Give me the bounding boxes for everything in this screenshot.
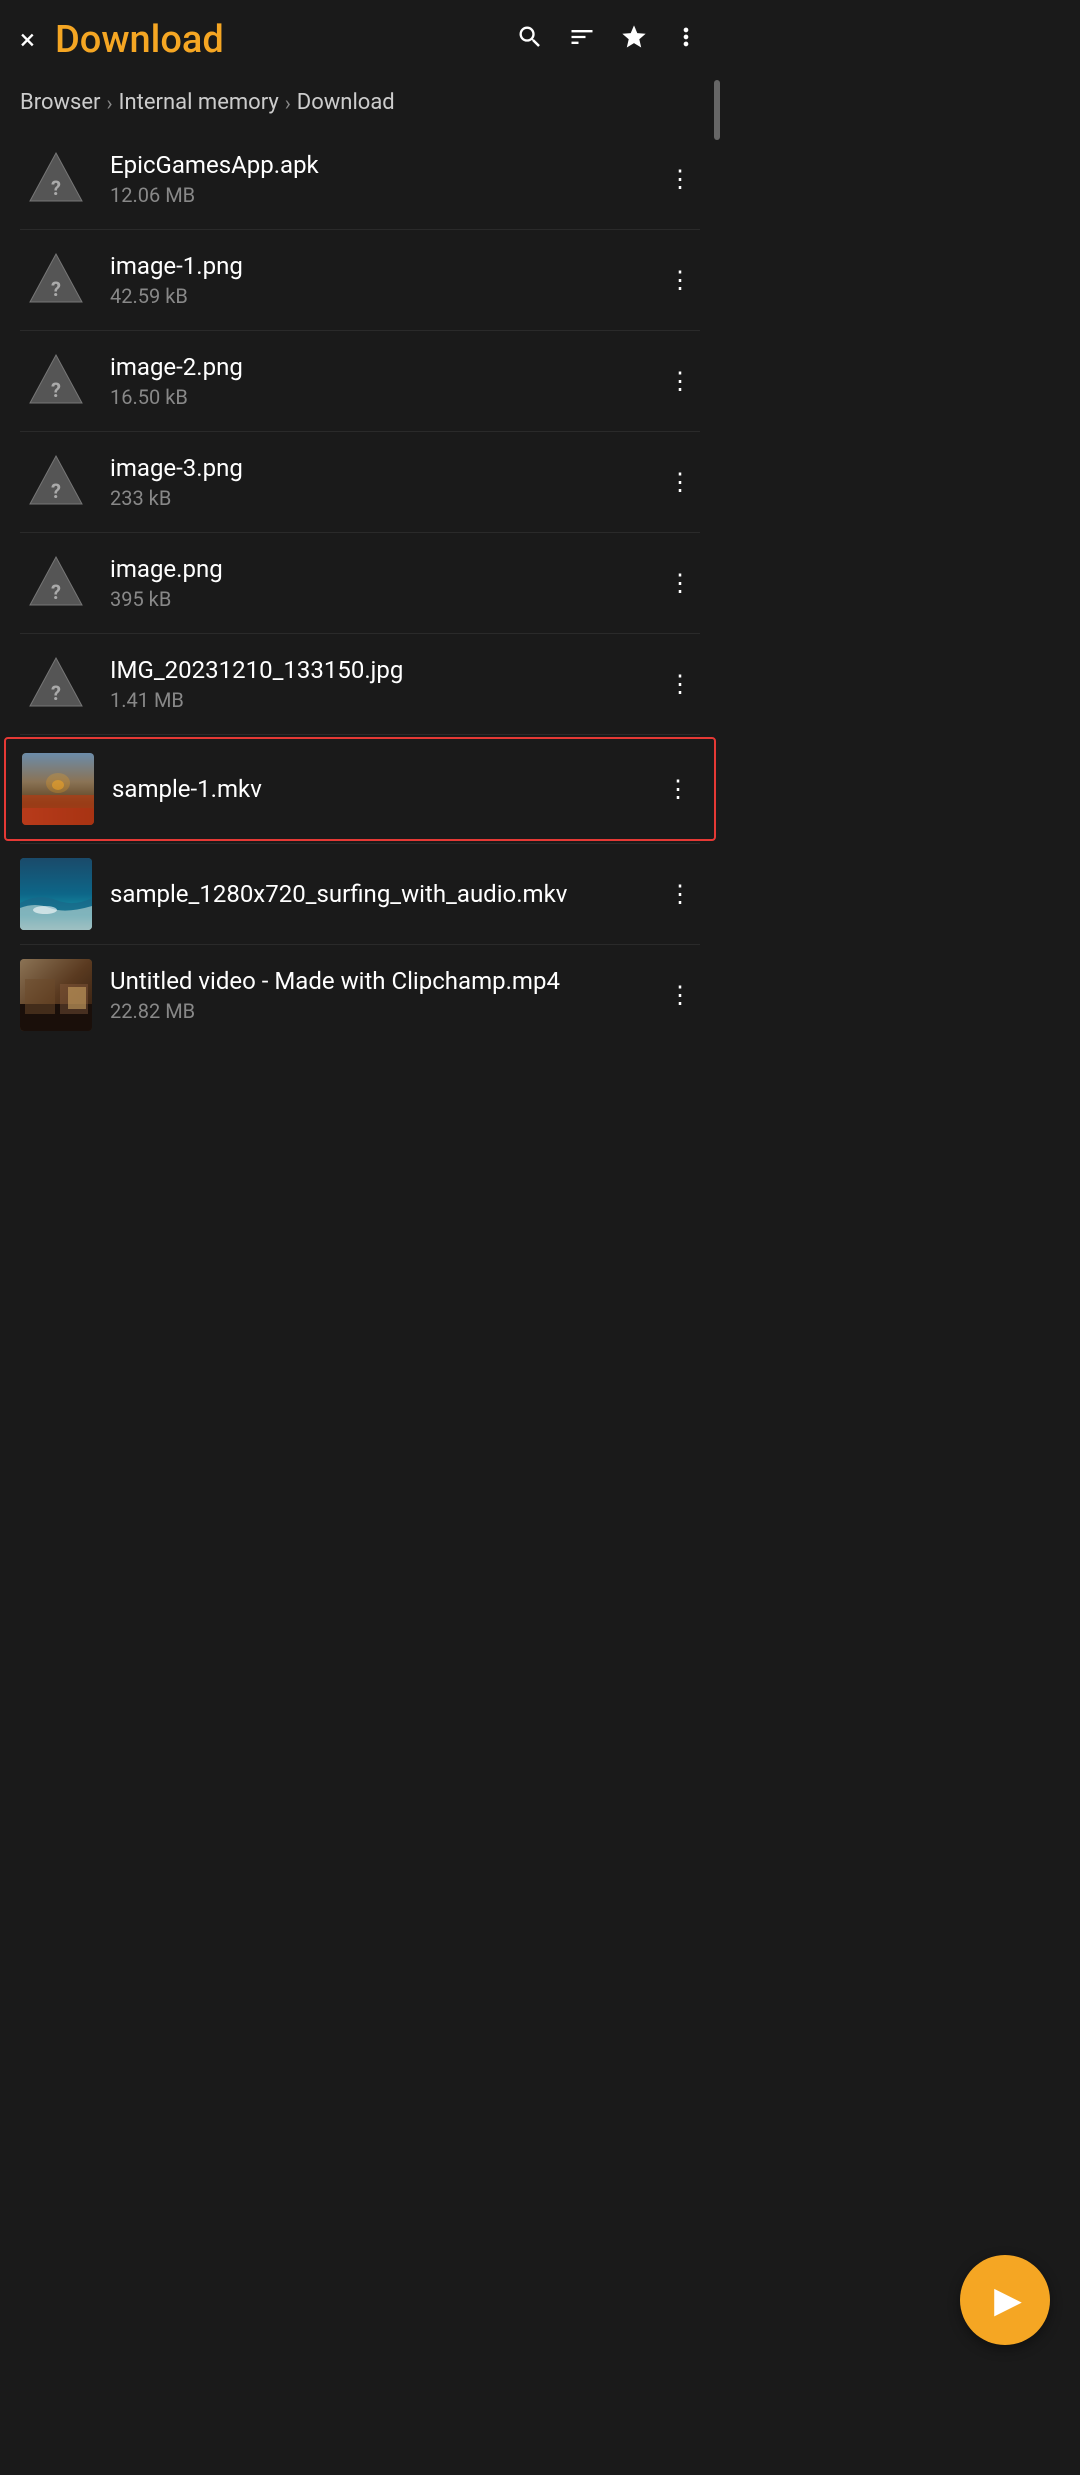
file-info: sample_1280x720_surfing_with_audio.mkv xyxy=(110,880,660,908)
file-name: sample-1.mkv xyxy=(112,775,658,803)
list-item[interactable]: Untitled video - Made with Clipchamp.mp4… xyxy=(0,945,720,1045)
file-name: Untitled video - Made with Clipchamp.mp4 xyxy=(110,967,660,995)
file-thumbnail: ? xyxy=(20,244,92,316)
svg-text:?: ? xyxy=(51,681,61,705)
more-vertical-icon[interactable] xyxy=(672,23,700,58)
file-info: EpicGamesApp.apk 12.06 MB xyxy=(110,151,660,207)
file-more-button[interactable]: ⋮ xyxy=(658,767,698,811)
file-info: image-3.png 233 kB xyxy=(110,454,660,510)
file-size: 233 kB xyxy=(110,486,660,510)
file-info: sample-1.mkv xyxy=(112,775,658,803)
list-item[interactable]: ? image-2.png 16.50 kB ⋮ xyxy=(0,331,720,431)
file-name: image.png xyxy=(110,555,660,583)
search-icon[interactable] xyxy=(516,23,544,58)
file-size: 42.59 kB xyxy=(110,284,660,308)
file-thumbnail xyxy=(22,753,94,825)
list-item[interactable]: sample_1280x720_surfing_with_audio.mkv ⋮ xyxy=(0,844,720,944)
close-button[interactable]: × xyxy=(20,26,35,54)
list-item[interactable]: ? image.png 395 kB ⋮ xyxy=(0,533,720,633)
list-item[interactable]: ? image-3.png 233 kB ⋮ xyxy=(0,432,720,532)
divider xyxy=(20,734,700,735)
fab-play-button[interactable]: ▶ xyxy=(960,2255,1050,2345)
header: × Download xyxy=(0,0,720,80)
file-thumbnail xyxy=(20,858,92,930)
svg-text:?: ? xyxy=(51,378,61,402)
svg-text:?: ? xyxy=(51,176,61,200)
file-name: image-3.png xyxy=(110,454,660,482)
file-name: sample_1280x720_surfing_with_audio.mkv xyxy=(110,880,660,908)
svg-text:?: ? xyxy=(51,580,61,604)
file-more-button[interactable]: ⋮ xyxy=(660,258,700,302)
file-info: Untitled video - Made with Clipchamp.mp4… xyxy=(110,967,660,1023)
file-more-button[interactable]: ⋮ xyxy=(660,157,700,201)
filter-icon[interactable] xyxy=(568,23,596,58)
breadcrumb: Browser › Internal memory › Download xyxy=(0,80,720,129)
file-more-button[interactable]: ⋮ xyxy=(660,460,700,504)
file-info: image-2.png 16.50 kB xyxy=(110,353,660,409)
file-more-button[interactable]: ⋮ xyxy=(660,973,700,1017)
file-size: 12.06 MB xyxy=(110,183,660,207)
file-info: image-1.png 42.59 kB xyxy=(110,252,660,308)
list-item[interactable]: ? EpicGamesApp.apk 12.06 MB ⋮ xyxy=(0,129,720,229)
file-name: image-2.png xyxy=(110,353,660,381)
file-size: 22.82 MB xyxy=(110,999,660,1023)
breadcrumb-separator-1: › xyxy=(107,91,113,115)
file-name: IMG_20231210_133150.jpg xyxy=(110,656,660,684)
file-name: image-1.png xyxy=(110,252,660,280)
breadcrumb-download: Download xyxy=(297,90,395,115)
svg-text:?: ? xyxy=(51,479,61,503)
list-item[interactable]: sample-1.mkv ⋮ xyxy=(4,737,716,841)
play-icon: ▶ xyxy=(994,2279,1022,2321)
file-info: image.png 395 kB xyxy=(110,555,660,611)
header-actions xyxy=(516,23,700,58)
breadcrumb-separator-2: › xyxy=(285,91,291,115)
breadcrumb-browser[interactable]: Browser xyxy=(20,90,101,115)
file-more-button[interactable]: ⋮ xyxy=(660,662,700,706)
file-size: 16.50 kB xyxy=(110,385,660,409)
star-icon[interactable] xyxy=(620,23,648,58)
file-more-button[interactable]: ⋮ xyxy=(660,872,700,916)
file-thumbnail: ? xyxy=(20,648,92,720)
page-title: Download xyxy=(55,18,516,62)
file-list: ? EpicGamesApp.apk 12.06 MB ⋮ ? image-1.… xyxy=(0,129,720,1045)
breadcrumb-internal-memory[interactable]: Internal memory xyxy=(119,90,279,115)
list-item[interactable]: ? IMG_20231210_133150.jpg 1.41 MB ⋮ xyxy=(0,634,720,734)
svg-text:?: ? xyxy=(51,277,61,301)
file-size: 395 kB xyxy=(110,587,660,611)
file-thumbnail xyxy=(20,959,92,1031)
file-more-button[interactable]: ⋮ xyxy=(660,359,700,403)
file-thumbnail: ? xyxy=(20,547,92,619)
list-item[interactable]: ? image-1.png 42.59 kB ⋮ xyxy=(0,230,720,330)
file-info: IMG_20231210_133150.jpg 1.41 MB xyxy=(110,656,660,712)
file-thumbnail: ? xyxy=(20,143,92,215)
file-thumbnail: ? xyxy=(20,446,92,518)
file-more-button[interactable]: ⋮ xyxy=(660,561,700,605)
file-size: 1.41 MB xyxy=(110,688,660,712)
file-thumbnail: ? xyxy=(20,345,92,417)
file-name: EpicGamesApp.apk xyxy=(110,151,660,179)
